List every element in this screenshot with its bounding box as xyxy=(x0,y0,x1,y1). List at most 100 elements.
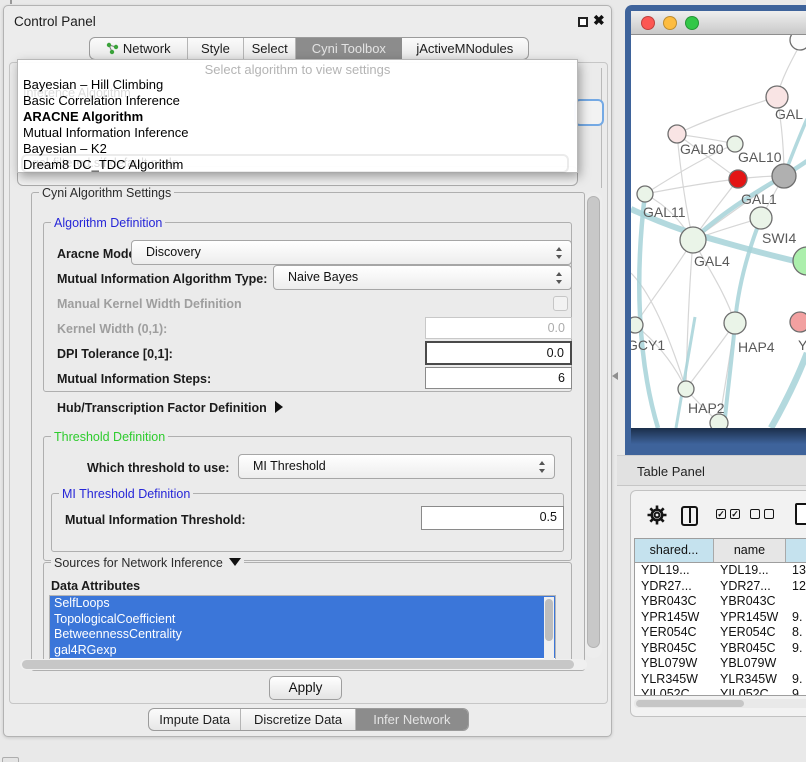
node-label-gal11: GAL11 xyxy=(643,204,686,220)
tab-cyni-toolbox[interactable]: Cyni Toolbox xyxy=(296,38,402,59)
data-attributes-list: SelfLoopsTopologicalCoefficientBetweenne… xyxy=(49,595,556,661)
zoom-traffic-light[interactable] xyxy=(685,16,699,30)
table-cell: YDL19... xyxy=(635,563,714,579)
dropdown-item-bayesian-hill-climbing[interactable]: Bayesian – Hill Climbing xyxy=(18,77,577,93)
dropdown-item-bayesian-k2[interactable]: Bayesian – K2 xyxy=(18,141,577,157)
mi-threshold-field[interactable]: 0.5 xyxy=(421,506,564,530)
network-window-titlebar[interactable] xyxy=(631,11,806,35)
deselect-all-columns-icon[interactable] xyxy=(750,509,774,519)
network-node-gal4[interactable] xyxy=(680,227,706,253)
kernel-width-field[interactable]: 0.0 xyxy=(425,317,572,339)
dropdown-item-basic-correlation-inference[interactable]: Basic Correlation Inference xyxy=(18,93,577,109)
node-label-gal1: GAL1 xyxy=(741,191,777,207)
table-header-row: shared...nameA xyxy=(635,539,806,563)
control-panel-tabstrip: Network StyleSelectCyni ToolboxjActiveMNo… xyxy=(89,37,529,60)
sources-legend-toggle[interactable]: Sources for Network Inference xyxy=(51,556,244,570)
bottom-left-button-fragment[interactable] xyxy=(2,757,19,762)
close-traffic-light[interactable] xyxy=(641,16,655,30)
tab-network[interactable]: Network xyxy=(90,38,188,59)
network-node[interactable] xyxy=(710,414,728,428)
attribute-item-topologicalcoefficient[interactable]: TopologicalCoefficient xyxy=(50,612,555,628)
table-panel-box: ✓✓ shared...nameA YDL19...YDL19...13YDR2… xyxy=(630,490,806,717)
mi-type-combobox[interactable]: Naive Bayes xyxy=(273,265,572,290)
aracne-mode-label: Aracne Mode: xyxy=(57,247,140,261)
minimize-traffic-light[interactable] xyxy=(663,16,677,30)
table-cell: 9. xyxy=(786,610,806,626)
table-row[interactable]: YIL052CYIL052C9 xyxy=(635,687,806,696)
network-node-gal1[interactable] xyxy=(750,207,772,229)
table-hscroll-thumb[interactable] xyxy=(636,700,744,707)
dropdown-item-dream8-dc-tdc-algorithm[interactable]: Dream8 DC_TDC Algorithm xyxy=(18,157,577,173)
network-node-gal[interactable] xyxy=(766,86,788,108)
network-node-swi4[interactable] xyxy=(793,247,806,275)
tab-infer-network[interactable]: Infer Network xyxy=(356,709,468,730)
table-row[interactable]: YPR145WYPR145W9. xyxy=(635,610,806,626)
select-all-columns-icon[interactable]: ✓✓ xyxy=(716,509,740,519)
close-window-icon[interactable]: ✖ xyxy=(593,12,605,29)
network-edge[interactable] xyxy=(677,97,777,134)
tab-impute-data[interactable]: Impute Data xyxy=(149,709,241,730)
tab-jactivemnodules[interactable]: jActiveMNodules xyxy=(402,38,528,59)
mi-steps-field[interactable]: 6 xyxy=(425,367,572,389)
settings-horizontal-scrollbar[interactable] xyxy=(20,659,587,670)
node-label-gal10: GAL10 xyxy=(738,149,782,165)
data-attributes-label: Data Attributes xyxy=(51,579,140,593)
tab-style[interactable]: Style xyxy=(188,38,245,59)
table-row[interactable]: YBL079WYBL079W xyxy=(635,656,806,672)
network-node-gcy1[interactable] xyxy=(631,317,643,333)
apply-button[interactable]: Apply xyxy=(269,676,342,700)
network-edge[interactable] xyxy=(635,240,693,325)
network-edge[interactable] xyxy=(645,179,738,194)
table-row[interactable]: YDR27...YDR27...12 xyxy=(635,579,806,595)
network-node[interactable] xyxy=(790,35,806,50)
node-label-hap4: HAP4 xyxy=(738,339,775,355)
which-threshold-label: Which threshold to use: xyxy=(87,461,229,475)
tab-select[interactable]: Select xyxy=(244,38,296,59)
dropdown-item-aracne-algorithm[interactable]: ARACNE Algorithm xyxy=(18,109,577,125)
mi-threshold-label: Mutual Information Threshold: xyxy=(65,513,246,527)
node-label-swi4: SWI4 xyxy=(762,230,796,246)
gear-icon[interactable] xyxy=(646,504,668,531)
attributes-scrollbar[interactable] xyxy=(544,597,554,659)
table-cell: 9. xyxy=(786,672,806,688)
column-header-a[interactable]: A xyxy=(786,539,806,562)
tab-label: Network xyxy=(123,41,171,56)
network-node[interactable] xyxy=(729,170,747,188)
network-view-canvas[interactable]: GALGAL80GAL10GAL1SWI4GAL11GAL4GCY1HAP4YH… xyxy=(631,35,806,428)
page-icon[interactable] xyxy=(795,503,806,525)
column-header-shared-[interactable]: shared... xyxy=(635,539,714,562)
network-node[interactable] xyxy=(772,164,796,188)
table-row[interactable]: YBR045CYBR045C9. xyxy=(635,641,806,657)
dropdown-item-mutual-information-inference[interactable]: Mutual Information Inference xyxy=(18,125,577,141)
column-header-name[interactable]: name xyxy=(714,539,786,562)
table-cell: YER054C xyxy=(714,625,786,641)
table-row[interactable]: YER054CYER054C8. xyxy=(635,625,806,641)
attribute-item-betweennesscentrality[interactable]: BetweennessCentrality xyxy=(50,627,555,643)
network-edge-highlighted[interactable] xyxy=(639,194,658,428)
hub-definition-toggle[interactable]: Hub/Transcription Factor Definition xyxy=(57,401,283,415)
attributes-scrollbar-thumb[interactable] xyxy=(545,599,553,641)
network-node-hap2[interactable] xyxy=(678,381,694,397)
settings-vertical-scrollbar[interactable] xyxy=(585,192,602,658)
settings-vscroll-thumb[interactable] xyxy=(587,196,600,648)
network-edge-highlighted[interactable] xyxy=(771,353,806,428)
network-node-gal11[interactable] xyxy=(637,186,653,202)
tab-discretize-data[interactable]: Discretize Data xyxy=(241,709,355,730)
algorithm-combobox-fragment[interactable] xyxy=(574,99,604,126)
table-row[interactable]: YDL19...YDL19...13 xyxy=(635,563,806,579)
aracne-mode-combobox[interactable]: Discovery xyxy=(131,240,572,265)
split-columns-icon[interactable] xyxy=(681,506,698,526)
table-row[interactable]: YLR345WYLR345W9. xyxy=(635,672,806,688)
which-threshold-combobox[interactable]: MI Threshold xyxy=(238,454,555,479)
network-node-hap4[interactable] xyxy=(724,312,746,334)
settings-hscroll-thumb[interactable] xyxy=(22,660,574,669)
table-row[interactable]: YBR043CYBR043C xyxy=(635,594,806,610)
panel-splitter-collapse-icon[interactable] xyxy=(612,372,618,380)
attribute-item-gal4rgexp[interactable]: gal4RGexp xyxy=(50,643,555,659)
network-node-y[interactable] xyxy=(790,312,806,332)
table-horizontal-scrollbar[interactable] xyxy=(634,699,806,708)
dpi-tolerance-field[interactable]: 0.0 xyxy=(425,341,572,365)
float-window-icon[interactable] xyxy=(578,17,588,27)
attribute-item-selfloops[interactable]: SelfLoops xyxy=(50,596,555,612)
manual-kernel-checkbox[interactable] xyxy=(553,296,568,311)
